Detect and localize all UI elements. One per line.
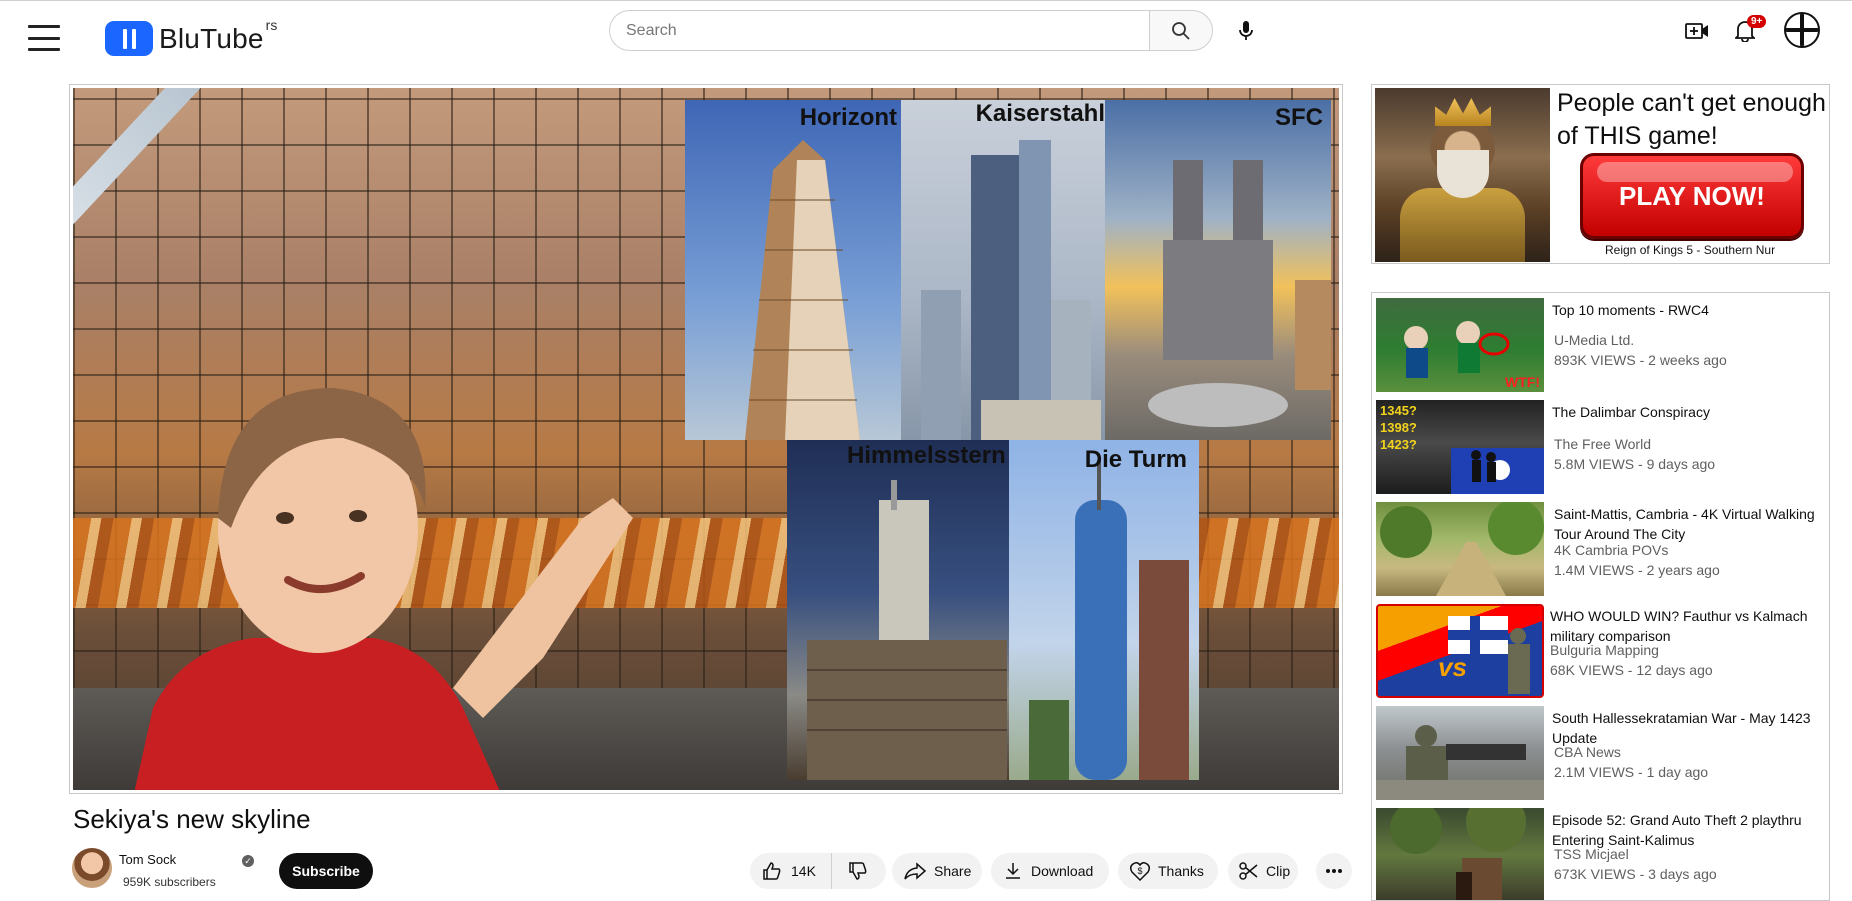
rec-views: 2.1M VIEWS - 1 day ago bbox=[1554, 764, 1709, 780]
search-button[interactable] bbox=[1149, 10, 1213, 51]
rec-channel[interactable]: 4K Cambria POVs bbox=[1554, 542, 1668, 558]
rec-title[interactable]: WHO WOULD WIN? Fauthur vs Kalmach milita… bbox=[1550, 606, 1826, 646]
rec-channel[interactable]: The Free World bbox=[1554, 436, 1651, 452]
list-item[interactable]: vs WHO WOULD WIN? Fauthur vs Kalmach mil… bbox=[1376, 604, 1828, 700]
search-input[interactable] bbox=[626, 21, 1150, 40]
subscribe-button[interactable]: Subscribe bbox=[279, 853, 373, 889]
svg-text:$: $ bbox=[1137, 866, 1142, 876]
thanks-icon: $ bbox=[1130, 861, 1150, 881]
video-title: Sekiya's new skyline bbox=[73, 804, 311, 834]
ad-headline: People can't get enough of THIS game! bbox=[1557, 89, 1826, 150]
rec-views: 1.4M VIEWS - 2 years ago bbox=[1554, 562, 1720, 578]
play-now-button[interactable]: PLAY NOW! bbox=[1580, 153, 1804, 239]
share-button[interactable]: Share bbox=[892, 853, 982, 889]
rec-title[interactable]: Episode 52: Grand Auto Theft 2 playthru … bbox=[1552, 810, 1828, 850]
video-thumbnail: Horizont Kaiserstahl SFC Himmelsstern Di… bbox=[73, 88, 1339, 790]
search-icon bbox=[1172, 21, 1190, 40]
ad-crown bbox=[1435, 98, 1491, 126]
rec-thumbnail bbox=[1376, 502, 1544, 596]
building-card-himmelsstern: Himmelsstern bbox=[787, 440, 1009, 780]
building-label-kaiserstahl: Kaiserstahl bbox=[975, 100, 1105, 127]
building-card-sfc: SFC bbox=[1105, 100, 1331, 440]
scissors-icon bbox=[1239, 862, 1258, 880]
rec-channel[interactable]: Bulguria Mapping bbox=[1550, 642, 1659, 658]
building-card-horizont: Horizont bbox=[685, 100, 903, 440]
rec-views: 673K VIEWS - 3 days ago bbox=[1554, 866, 1717, 882]
ad-armor bbox=[1400, 188, 1525, 262]
menu-icon[interactable] bbox=[28, 25, 60, 51]
clip-button[interactable]: Clip bbox=[1228, 853, 1298, 889]
rec-thumbnail: vs bbox=[1376, 604, 1544, 698]
rec-thumb-overlay: vs bbox=[1438, 652, 1467, 682]
rec-title[interactable]: Saint-Mattis, Cambria - 4K Virtual Walki… bbox=[1554, 504, 1829, 544]
thumbs-down-icon bbox=[849, 862, 867, 880]
logo-icon bbox=[105, 21, 153, 56]
ad-image-king bbox=[1375, 88, 1550, 262]
download-icon bbox=[1006, 863, 1020, 879]
rec-thumb-overlay: 1345? 1398? 1423? bbox=[1380, 403, 1417, 452]
list-item[interactable]: 1345? 1398? 1423? The Dalimbar Conspirac… bbox=[1376, 400, 1828, 496]
rec-title[interactable]: Top 10 moments - RWC4 bbox=[1552, 300, 1828, 320]
rec-thumbnail bbox=[1376, 706, 1544, 800]
recommendations-list: WTF! Top 10 moments - RWC4 U-Media Ltd. … bbox=[1371, 292, 1830, 901]
rec-thumbnail: 1345? 1398? 1423? bbox=[1376, 400, 1544, 494]
video-player[interactable]: Horizont Kaiserstahl SFC Himmelsstern Di… bbox=[69, 84, 1343, 794]
download-button[interactable]: Download bbox=[991, 853, 1109, 889]
presenter-figure bbox=[113, 348, 673, 790]
subscriber-count: 959K subscribers bbox=[123, 875, 216, 889]
share-icon bbox=[904, 862, 926, 880]
ad-caption: Reign of Kings 5 - Southern Nur bbox=[1605, 243, 1776, 257]
list-item[interactable]: Saint-Mattis, Cambria - 4K Virtual Walki… bbox=[1376, 502, 1828, 598]
like-count: 14K bbox=[791, 863, 816, 879]
rec-channel[interactable]: TSS Micjael bbox=[1554, 846, 1629, 862]
mic-icon[interactable] bbox=[1232, 17, 1260, 45]
rec-views: 68K VIEWS - 12 days ago bbox=[1550, 662, 1713, 678]
ad-banner[interactable]: People can't get enough of THIS game! PL… bbox=[1371, 84, 1830, 264]
dislike-button[interactable] bbox=[832, 853, 884, 889]
thanks-button[interactable]: $ Thanks bbox=[1118, 853, 1218, 889]
search-box bbox=[609, 10, 1150, 51]
logo-text: BluTube bbox=[159, 22, 264, 54]
clip-label: Clip bbox=[1266, 863, 1291, 879]
download-label: Download bbox=[1031, 863, 1094, 879]
building-label-himmelsstern: Himmelsstern bbox=[847, 442, 1006, 469]
rec-views: 5.8M VIEWS - 9 days ago bbox=[1554, 456, 1716, 472]
rec-title[interactable]: South Hallessekratamian War - May 1423 U… bbox=[1552, 708, 1828, 748]
building-card-die-turm: Die Turm bbox=[1009, 440, 1199, 780]
list-item[interactable]: WTF! Top 10 moments - RWC4 U-Media Ltd. … bbox=[1376, 298, 1828, 394]
rec-views: 893K VIEWS - 2 weeks ago bbox=[1554, 352, 1727, 368]
rec-channel[interactable]: CBA News bbox=[1554, 744, 1621, 760]
notification-badge: 9+ bbox=[1747, 15, 1767, 28]
list-item[interactable]: Episode 52: Grand Auto Theft 2 playthru … bbox=[1376, 808, 1828, 900]
share-label: Share bbox=[934, 863, 972, 879]
building-label-horizont: Horizont bbox=[799, 104, 897, 131]
building-label-sfc: SFC bbox=[1275, 104, 1323, 131]
rec-channel[interactable]: U-Media Ltd. bbox=[1554, 332, 1634, 348]
like-button[interactable]: 14K bbox=[750, 853, 832, 889]
rec-thumbnail bbox=[1376, 808, 1544, 900]
create-video-icon[interactable] bbox=[1683, 17, 1711, 45]
channel-name[interactable]: Tom Sock bbox=[119, 852, 176, 867]
channel-avatar[interactable] bbox=[72, 848, 112, 888]
logo[interactable]: BluTube rs bbox=[105, 17, 277, 56]
building-card-kaiserstahl: Kaiserstahl bbox=[901, 100, 1107, 440]
thumbs-up-icon bbox=[763, 862, 781, 880]
building-label-die-turm: Die Turm bbox=[1084, 446, 1187, 473]
thanks-label: Thanks bbox=[1158, 863, 1204, 879]
rec-thumbnail: WTF! bbox=[1376, 298, 1544, 392]
account-avatar[interactable] bbox=[1784, 12, 1820, 48]
like-dislike-group: 14K bbox=[750, 853, 886, 889]
verified-icon: ✓ bbox=[242, 855, 254, 867]
rec-thumb-overlay: WTF! bbox=[1505, 374, 1540, 390]
more-horizontal-icon bbox=[1326, 869, 1342, 873]
more-actions-button[interactable] bbox=[1316, 853, 1352, 889]
rec-title[interactable]: The Dalimbar Conspiracy bbox=[1552, 402, 1828, 422]
list-item[interactable]: South Hallessekratamian War - May 1423 U… bbox=[1376, 706, 1828, 802]
top-bar: BluTube rs 9+ bbox=[0, 0, 1852, 70]
logo-region: rs bbox=[265, 16, 278, 33]
